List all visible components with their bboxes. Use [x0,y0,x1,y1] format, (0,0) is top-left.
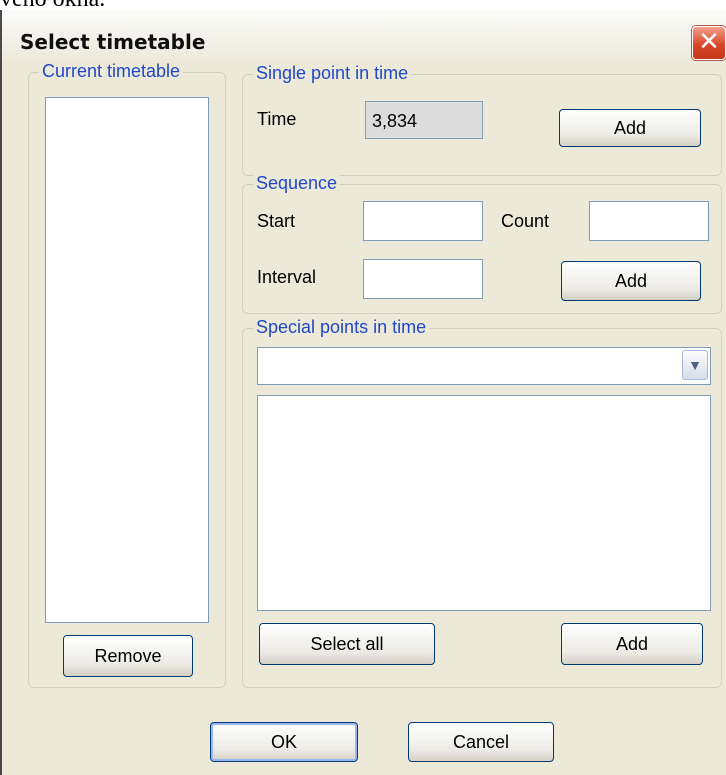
special-points-add-label: Add [615,634,649,654]
close-icon: ✕ [698,27,720,57]
interval-label: Interval [257,267,317,287]
close-button[interactable]: ✕ [692,26,726,60]
chevron-down-icon[interactable]: ▼ [682,350,708,380]
cancel-button-label: Cancel [452,732,510,752]
sequence-add-label: Add [614,271,648,291]
special-points-list[interactable] [257,395,711,611]
special-points-add-button[interactable]: Add [561,623,703,665]
single-point-add-label: Add [613,118,647,138]
dialog-title: Select timetable [20,30,206,54]
single-point-add-button[interactable]: Add [559,109,701,147]
title-bar[interactable]: Select timetable ✕ [2,10,726,64]
current-timetable-list[interactable] [45,97,209,623]
special-points-label: Special points in time [253,317,430,338]
remove-button-label: Remove [94,646,162,666]
ok-button[interactable]: OK [210,722,358,762]
current-timetable-label: Current timetable [39,61,184,82]
special-points-dropdown[interactable]: ▼ [257,347,711,385]
sequence-label: Sequence [253,173,341,194]
start-label: Start [257,211,296,231]
select-all-button[interactable]: Select all [259,623,435,665]
select-all-label: Select all [310,634,384,654]
sequence-add-button[interactable]: Add [561,261,701,301]
current-timetable-group: Current timetable Remove [28,61,226,688]
interval-input[interactable] [363,259,483,299]
time-label: Time [257,109,297,129]
start-input[interactable] [363,201,483,241]
count-label: Count [501,211,550,231]
single-point-group: Single point in time Time 3,834 Add [242,63,722,176]
cancel-button[interactable]: Cancel [408,722,554,762]
sequence-group: Sequence Start Count Interval Add [242,173,722,314]
special-points-group: Special points in time ▼ Select all Add [242,317,722,688]
ok-button-label: OK [270,732,297,752]
time-input[interactable]: 3,834 [365,101,483,139]
count-input[interactable] [589,201,709,241]
single-point-label: Single point in time [253,63,412,84]
remove-button[interactable]: Remove [63,635,193,677]
select-timetable-dialog: Select timetable ✕ Current timetable Rem… [0,10,726,775]
